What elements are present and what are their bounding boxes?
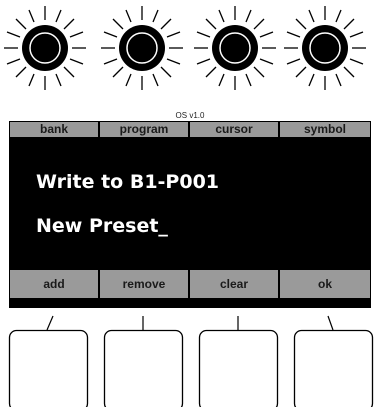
display-screen: OS v1.0 bank program cursor symbol Write… (9, 110, 371, 308)
tab-symbol[interactable]: symbol (280, 122, 370, 137)
ok-button[interactable]: ok (280, 270, 370, 298)
knob-3[interactable] (190, 2, 280, 94)
os-version-label: OS v1.0 (9, 110, 371, 121)
knob-2[interactable] (97, 2, 187, 94)
hardware-button-3[interactable] (198, 329, 279, 407)
hardware-button-1[interactable] (8, 329, 89, 407)
knob-4[interactable] (280, 2, 370, 94)
hardware-button-2[interactable] (103, 329, 184, 407)
preset-name-field: New Preset_ (36, 215, 168, 237)
knob-1[interactable] (0, 2, 90, 94)
connector-line-1 (46, 315, 54, 331)
tab-bank[interactable]: bank (10, 122, 98, 137)
connector-line-4 (327, 315, 334, 331)
tab-cursor[interactable]: cursor (190, 122, 278, 137)
remove-button[interactable]: remove (100, 270, 188, 298)
add-button[interactable]: add (10, 270, 98, 298)
clear-button[interactable]: clear (190, 270, 278, 298)
hardware-button-4[interactable] (293, 329, 374, 407)
tab-program[interactable]: program (100, 122, 188, 137)
write-target-text: Write to B1-P001 (36, 171, 220, 193)
hardware-buttons (8, 315, 374, 407)
